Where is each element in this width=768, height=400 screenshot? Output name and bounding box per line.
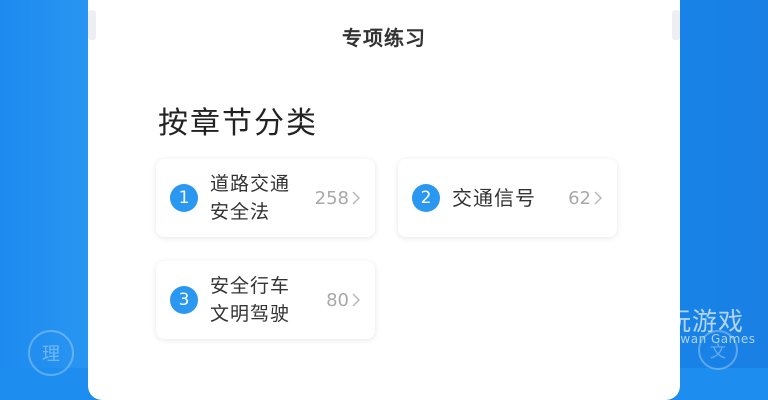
- category-count: 258: [314, 187, 349, 209]
- app-screen: 专项练习 按章节分类 1 道路交通 安全法 258 2 交通信号 62 3 安全…: [128, 0, 640, 368]
- category-card-2[interactable]: 2 交通信号 62: [398, 159, 617, 237]
- category-card-3[interactable]: 3 安全行车 文明驾驶 80: [156, 261, 375, 339]
- badge-left: 理: [28, 330, 74, 376]
- chevron-right-icon: [352, 191, 360, 205]
- category-card-1[interactable]: 1 道路交通 安全法 258: [156, 159, 375, 237]
- chevron-right-icon: [352, 293, 360, 307]
- brand-logo-icon: [598, 308, 630, 348]
- category-label: 安全行车 文明驾驶: [210, 275, 291, 325]
- category-number: 2: [412, 184, 440, 212]
- page-title: 专项练习: [342, 26, 426, 50]
- badge-left-text: 理: [42, 344, 60, 365]
- watermark: 仍玩游戏 Rengwan Games: [592, 300, 768, 360]
- category-number: 1: [170, 184, 198, 212]
- category-label: 道路交通 安全法: [210, 173, 291, 223]
- chevron-right-icon: [594, 191, 602, 205]
- category-label: 交通信号: [452, 186, 536, 210]
- category-count: 80: [326, 289, 349, 311]
- category-count: 62: [568, 187, 591, 209]
- section-title: 按章节分类: [158, 106, 318, 141]
- category-number: 3: [170, 286, 198, 314]
- watermark-en: Rengwan Games: [648, 332, 756, 346]
